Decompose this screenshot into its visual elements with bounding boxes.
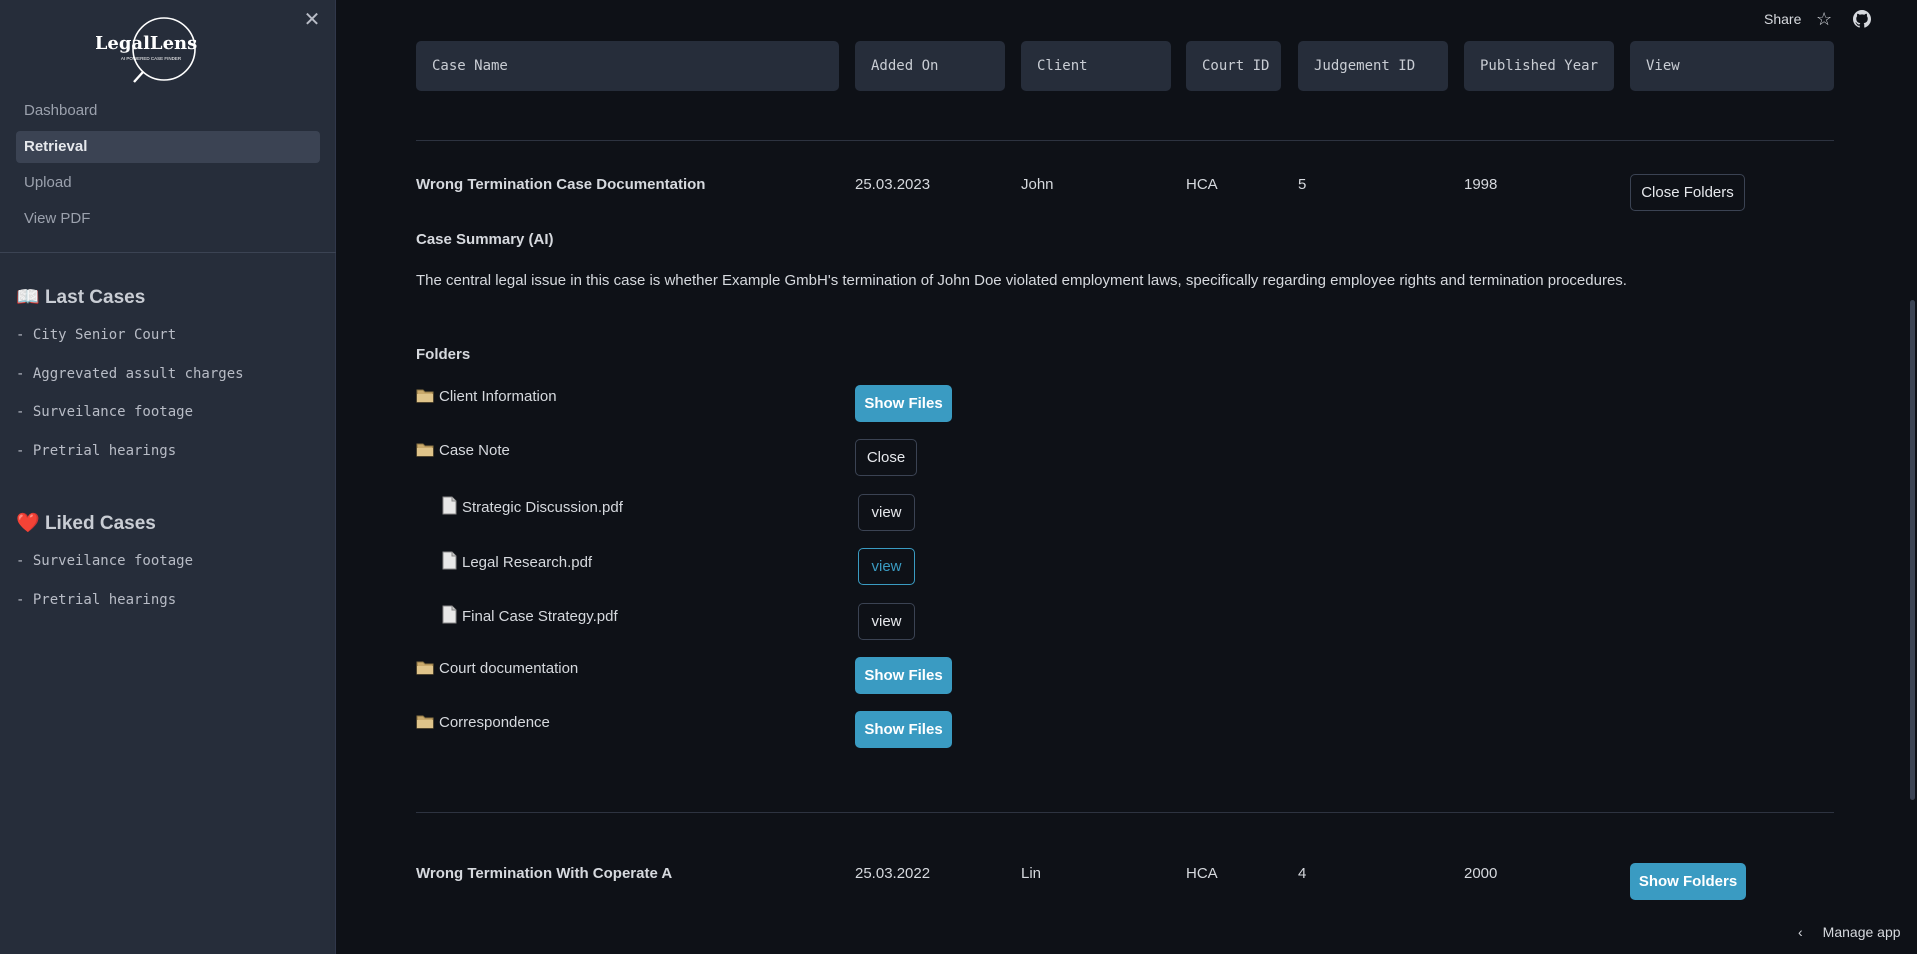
legallens-logo: LegalLens AI POWERED CASE FINDER xyxy=(96,17,197,83)
court-id: HCA xyxy=(1186,176,1218,193)
sidebar-divider xyxy=(0,252,336,253)
view-file-button[interactable]: view xyxy=(858,494,915,531)
close-sidebar-icon[interactable]: ✕ xyxy=(302,10,322,30)
published-year: 1998 xyxy=(1464,176,1498,193)
judgement-id: 5 xyxy=(1298,176,1307,193)
list-item[interactable]: - Surveilance footage xyxy=(16,404,244,443)
liked-cases-heading: ❤️ Liked Cases xyxy=(16,513,156,534)
liked-cases-list: - Surveilance footage - Pretrial hearing… xyxy=(16,553,193,630)
folder-icon xyxy=(416,715,434,729)
star-icon[interactable]: ☆ xyxy=(1816,9,1832,30)
view-file-button[interactable]: view xyxy=(858,603,915,640)
svg-text:AI POWERED CASE FINDER: AI POWERED CASE FINDER xyxy=(121,56,182,61)
github-icon[interactable] xyxy=(1853,10,1871,28)
last-cases-list: - City Senior Court - Aggrevated assult … xyxy=(16,327,244,481)
file-icon xyxy=(442,605,457,624)
header-case-name: Case Name xyxy=(416,41,839,91)
sidebar-item-upload[interactable]: Upload xyxy=(16,167,320,199)
file-icon xyxy=(442,551,457,570)
list-item[interactable]: - Pretrial hearings xyxy=(16,443,244,482)
court-id: HCA xyxy=(1186,865,1218,882)
header-view: View xyxy=(1630,41,1834,91)
file-item: Strategic Discussion.pdf xyxy=(442,496,623,516)
view-file-button[interactable]: view xyxy=(858,548,915,585)
case-summary-text: The central legal issue in this case is … xyxy=(416,272,1627,289)
client: John xyxy=(1021,176,1054,193)
folder-item: Court documentation xyxy=(416,660,578,677)
close-folders-button[interactable]: Close Folders xyxy=(1630,174,1745,211)
share-button[interactable]: Share xyxy=(1764,11,1801,27)
folder-item: Client Information xyxy=(416,388,557,405)
file-item: Legal Research.pdf xyxy=(442,551,592,571)
svg-text:LegalLens: LegalLens xyxy=(96,33,197,54)
judgement-id: 4 xyxy=(1298,865,1307,882)
header-published-year: Published Year xyxy=(1464,41,1614,91)
show-files-button[interactable]: Show Files xyxy=(855,385,952,422)
folders-title: Folders xyxy=(416,346,471,363)
header-court-id: Court ID xyxy=(1186,41,1281,91)
sidebar-item-view-pdf[interactable]: View PDF xyxy=(16,203,320,235)
header-judgement-id: Judgement ID xyxy=(1298,41,1448,91)
show-files-button[interactable]: Show Files xyxy=(855,711,952,748)
close-folder-button[interactable]: Close xyxy=(855,439,917,476)
show-folders-button[interactable]: Show Folders xyxy=(1630,863,1746,900)
folder-item: Case Note xyxy=(416,442,510,459)
sidebar-item-retrieval[interactable]: Retrieval xyxy=(16,131,320,163)
client: Lin xyxy=(1021,865,1042,882)
list-item[interactable]: - Aggrevated assult charges xyxy=(16,366,244,405)
case-name: Wrong Termination With Coperate A xyxy=(416,865,673,882)
header-added-on: Added On xyxy=(855,41,1005,91)
published-year: 2000 xyxy=(1464,865,1498,882)
case-summary-title: Case Summary (AI) xyxy=(416,231,554,248)
added-on: 25.03.2023 xyxy=(855,176,931,193)
added-on: 25.03.2022 xyxy=(855,865,931,882)
row-divider xyxy=(416,140,1834,141)
row-divider xyxy=(416,812,1834,813)
case-name: Wrong Termination Case Documentation xyxy=(416,176,706,193)
folder-icon xyxy=(416,389,434,403)
book-icon: 📖 xyxy=(16,287,40,308)
show-files-button[interactable]: Show Files xyxy=(855,657,952,694)
header-client: Client xyxy=(1021,41,1171,91)
folder-item: Correspondence xyxy=(416,714,550,731)
chevron-left-icon: ‹ xyxy=(1798,924,1803,940)
list-item[interactable]: - Surveilance footage xyxy=(16,553,193,592)
last-cases-heading: 📖 Last Cases xyxy=(16,287,146,308)
file-icon xyxy=(442,496,457,515)
sidebar-item-dashboard[interactable]: Dashboard xyxy=(16,95,320,127)
heart-icon: ❤️ xyxy=(16,513,40,534)
list-item[interactable]: - City Senior Court xyxy=(16,327,244,366)
folder-icon xyxy=(416,443,434,457)
manage-app-button[interactable]: ‹ Manage app xyxy=(1798,924,1901,940)
sidebar: ✕ LegalLens AI POWERED CASE FINDER Dashb… xyxy=(0,0,336,954)
list-item[interactable]: - Pretrial hearings xyxy=(16,592,193,631)
folder-icon xyxy=(416,661,434,675)
file-item: Final Case Strategy.pdf xyxy=(442,605,618,625)
scrollbar[interactable] xyxy=(1910,300,1915,800)
sidebar-nav: Dashboard Retrieval Upload View PDF xyxy=(16,95,320,239)
